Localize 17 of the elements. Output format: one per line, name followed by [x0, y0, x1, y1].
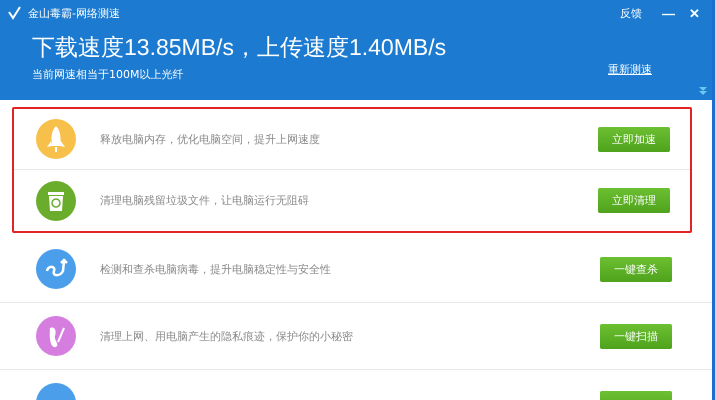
feature-description: 检测和查杀电脑病毒，提升电脑稳定性与安全性: [100, 262, 332, 276]
speed-result: 下载速度13.85MB/s，上传速度1.40MB/s: [32, 33, 446, 62]
feedback-link[interactable]: 反馈: [620, 6, 642, 20]
feature-description: 释放电脑内存，优化电脑空间，提升上网速度: [100, 132, 321, 146]
action-button[interactable]: 立即加速: [598, 126, 670, 152]
action-button[interactable]: 立即清理: [598, 188, 670, 213]
feature-description: 清理电脑残留垃圾文件，让电脑运行无阻碍: [100, 193, 310, 208]
close-button[interactable]: ✕: [685, 6, 704, 20]
retest-link[interactable]: 重新测速: [608, 62, 652, 77]
minimize-button[interactable]: —: [658, 6, 679, 20]
action-button[interactable]: 一键扫描: [600, 324, 672, 348]
speed-equivalent: 当前网速相当于100M以上光纤: [32, 67, 184, 82]
action-button[interactable]: 一键查杀: [600, 256, 672, 282]
feature-description: 清理上网、用电脑产生的隐私痕迹，保护你的小秘密: [100, 328, 354, 344]
expand-icon[interactable]: [698, 86, 708, 96]
window-title: 金山毒霸-网络测速: [28, 6, 120, 20]
logo-icon: [8, 6, 22, 20]
